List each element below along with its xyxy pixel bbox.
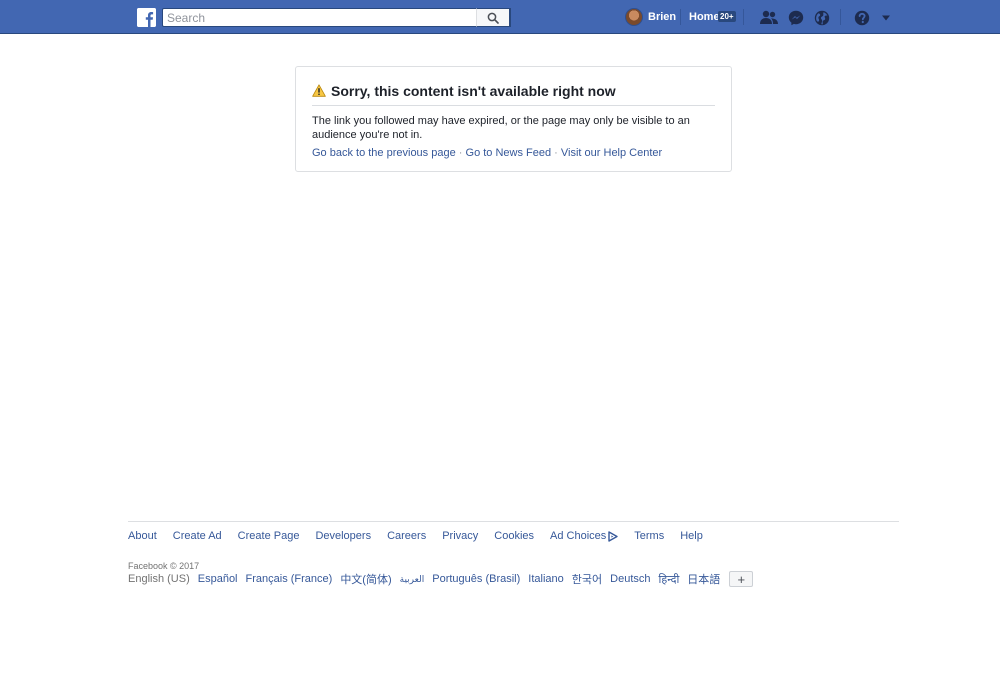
language-option[interactable]: 한국어 — [572, 571, 602, 587]
search-icon — [487, 12, 499, 24]
profile-name-link[interactable]: Brien — [648, 11, 676, 23]
language-option[interactable]: Français (France) — [246, 573, 333, 585]
footer-link-ad-choices[interactable]: Ad Choices — [550, 530, 618, 542]
footer-link-careers[interactable]: Careers — [387, 530, 426, 542]
user-avatar[interactable] — [625, 8, 643, 26]
messages-button[interactable] — [787, 9, 805, 26]
footer-link-terms[interactable]: Terms — [634, 530, 664, 542]
language-option[interactable]: 日本語 — [687, 571, 720, 587]
search-button[interactable] — [476, 8, 510, 27]
ad-choices-icon — [608, 530, 618, 542]
messenger-icon — [788, 10, 804, 25]
friend-requests-icon — [760, 10, 778, 24]
caret-down-icon — [882, 15, 890, 20]
top-navigation-bar: Brien Home 20+ — [0, 0, 1000, 34]
language-selector: English (US) Español Français (France) 中… — [128, 571, 754, 587]
help-center-link[interactable]: Visit our Help Center — [561, 147, 662, 159]
error-title: Sorry, this content isn't available righ… — [331, 83, 616, 99]
facebook-logo-icon[interactable] — [137, 8, 156, 27]
error-message: The link you followed may have expired, … — [312, 115, 690, 141]
link-separator: · — [554, 147, 558, 159]
friend-requests-button[interactable] — [760, 9, 778, 26]
quick-help-button[interactable] — [853, 9, 871, 26]
add-language-button[interactable]: + — [729, 571, 754, 587]
footer-link-create-ad[interactable]: Create Ad — [173, 530, 222, 542]
news-feed-link[interactable]: Go to News Feed — [466, 147, 552, 159]
language-option[interactable]: Español — [198, 573, 238, 585]
language-option[interactable]: Deutsch — [610, 573, 650, 585]
help-icon — [854, 10, 870, 25]
home-link[interactable]: Home — [689, 11, 720, 23]
current-language: English (US) — [128, 573, 190, 585]
error-links: Go back to the previous page · Go to New… — [312, 147, 662, 159]
language-option[interactable]: العربية — [400, 574, 425, 585]
language-option[interactable]: Italiano — [528, 573, 563, 585]
nav-divider — [743, 9, 744, 25]
account-settings-button[interactable] — [877, 9, 895, 26]
copyright-text: Facebook © 2017 — [128, 561, 200, 571]
footer-link-cookies[interactable]: Cookies — [494, 530, 534, 542]
footer-links: About Create Ad Create Page Developers C… — [128, 530, 719, 542]
content-unavailable-card: Sorry, this content isn't available righ… — [295, 66, 732, 172]
language-option[interactable]: Português (Brasil) — [432, 573, 520, 585]
notifications-button[interactable] — [813, 9, 831, 26]
footer-link-about[interactable]: About — [128, 530, 157, 542]
footer-link-help[interactable]: Help — [680, 530, 703, 542]
footer-link-create-page[interactable]: Create Page — [238, 530, 300, 542]
ad-choices-label: Ad Choices — [550, 530, 607, 542]
nav-divider — [680, 9, 681, 25]
language-option[interactable]: हिन्दी — [659, 572, 680, 587]
home-notification-badge: 20+ — [718, 11, 736, 22]
globe-icon — [814, 10, 830, 25]
nav-divider — [840, 9, 841, 25]
footer-link-privacy[interactable]: Privacy — [442, 530, 478, 542]
previous-page-link[interactable]: Go back to the previous page — [312, 147, 456, 159]
search-input[interactable] — [163, 9, 473, 26]
warning-icon — [312, 84, 326, 97]
link-separator: · — [458, 147, 463, 159]
footer-divider — [128, 521, 899, 522]
card-header: Sorry, this content isn't available righ… — [312, 83, 715, 106]
footer-link-developers[interactable]: Developers — [315, 530, 371, 542]
language-option[interactable]: 中文(简体) — [340, 571, 391, 587]
search-box — [162, 8, 511, 27]
